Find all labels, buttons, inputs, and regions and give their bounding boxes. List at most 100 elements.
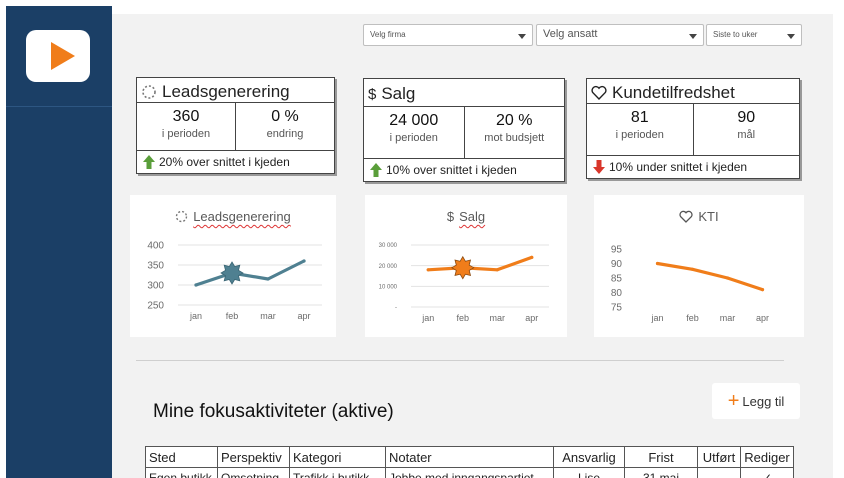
play-icon (51, 42, 75, 70)
y-tick-label: 90 (611, 259, 623, 270)
chevron-down-icon (689, 34, 697, 39)
y-tick-label: 20 000 (379, 264, 398, 270)
period-select-value: Siste to uker (713, 30, 758, 39)
chart-salg: 30 000 20 000 10 000 - jan feb mar apr (379, 243, 549, 323)
y-tick-label: 400 (147, 241, 164, 252)
cell-utfort-checkbox[interactable] (697, 467, 741, 478)
column-header-perspektiv[interactable]: Perspektiv (217, 446, 290, 468)
data-point (690, 267, 695, 271)
y-tick-label: 250 (147, 301, 164, 312)
y-tick-label: 10 000 (379, 284, 398, 290)
arrow-up-icon (370, 163, 382, 177)
series-line (426, 255, 534, 272)
period-select[interactable]: Siste to uker (706, 24, 802, 46)
x-tick-label: jan (189, 311, 202, 321)
sidebar-divider (6, 106, 112, 107)
kpi-value: 24 000 (389, 112, 439, 129)
focus-section-title: Mine fokusaktiviteter (aktive) (153, 401, 394, 422)
column-header-notater[interactable]: Notater (385, 446, 554, 468)
arrow-down-icon (593, 160, 605, 174)
kpi-footer: 10% under snittet i kjeden (587, 156, 799, 178)
kpi-title: Kundetilfredshet (612, 82, 735, 102)
cell-sted: Egen butikk (145, 467, 218, 478)
chart-card-salg: $ Salg 30 000 20 000 10 000- jan feb mar apr (365, 195, 567, 337)
loading-ring-icon (142, 84, 156, 99)
y-tick-label: 95 (611, 245, 623, 256)
kpi-title: Leadsgenerering (162, 81, 290, 101)
kpi-subtext: i perioden (615, 129, 664, 141)
kpi-subtext: i perioden (161, 128, 211, 140)
kpi-subtext: endring (266, 128, 304, 140)
cell-notater: Jobbe med inngangspartiet (385, 467, 554, 478)
kpi-cell-left: 24 000 i perioden (364, 107, 464, 158)
kpi-subtext: mål (737, 129, 756, 141)
kpi-value: 90 (737, 109, 756, 126)
company-select[interactable]: Velg firma (363, 24, 533, 46)
chart-card-leads: Leadsgenerering 400 350 300 250 jan feb mar apr (130, 195, 336, 337)
column-header-kategori[interactable]: Kategori (289, 446, 386, 468)
dollar-icon: $ (368, 85, 377, 103)
employee-select-value: Velg ansatt (543, 28, 598, 40)
kpi-title-row: $ Salg (364, 79, 564, 107)
column-header-ansvarlig[interactable]: Ansvarlig (553, 446, 625, 468)
x-tick-label: feb (686, 313, 699, 323)
cell-frist: 31.mai (624, 467, 698, 478)
sidebar (6, 6, 112, 478)
highlight-star-marker (220, 261, 244, 285)
kpi-footer: 20% over snittet i kjeden (137, 151, 334, 173)
x-tick-label: jan (421, 313, 434, 323)
add-activity-button[interactable]: + Legg til (712, 383, 800, 419)
y-tick-label: 350 (147, 261, 164, 272)
y-tick-label: 75 (611, 303, 623, 314)
data-point (266, 277, 270, 281)
kpi-value: 0 % (271, 108, 299, 125)
chart-card-kti: KTI 95 90 85 80 75 jan feb mar apr (594, 195, 804, 337)
kpi-title-row: Kundetilfredshet (587, 79, 799, 104)
x-tick-label: apr (297, 311, 310, 321)
kpi-card-leads: Leadsgenerering 360 i perioden 0 % endri… (136, 77, 335, 174)
kpi-card-kti: Kundetilfredshet 81 i perioden 90 mål 10… (586, 78, 800, 179)
kpi-title: Salg (381, 84, 416, 103)
kpi-value: 360 (172, 108, 200, 125)
heart-icon (591, 85, 607, 100)
kpi-cell-right: 90 mål (692, 104, 800, 155)
data-point (302, 259, 306, 263)
data-point (194, 283, 198, 287)
y-tick-label: 30 000 (379, 243, 398, 249)
x-tick-label: feb (456, 313, 469, 323)
arrow-up-icon (143, 155, 155, 169)
column-header-utfort[interactable]: Utført (697, 446, 741, 468)
data-point (760, 288, 765, 292)
column-header-rediger[interactable]: Rediger (740, 446, 794, 468)
chart-kti: 95 90 85 80 75 jan feb mar apr (611, 245, 769, 324)
edit-row-button[interactable]: ✓ (740, 467, 794, 478)
kpi-value: 81 (630, 109, 649, 126)
app-logo[interactable] (26, 30, 90, 82)
cell-kategori: Trafikk i butikk (289, 467, 386, 478)
cell-ansvarlig: Lise (553, 467, 625, 478)
x-tick-label: jan (650, 313, 663, 323)
x-tick-label: mar (260, 311, 276, 321)
data-point (426, 268, 430, 272)
kpi-title-row: Leadsgenerering (137, 78, 334, 103)
x-tick-label: mar (490, 313, 506, 323)
data-point (725, 276, 730, 280)
data-point (495, 268, 499, 272)
x-tick-label: mar (720, 313, 736, 323)
kpi-footer: 10% over snittet i kjeden (364, 159, 564, 181)
column-header-sted[interactable]: Sted (145, 446, 218, 468)
add-activity-label: Legg til (742, 393, 785, 409)
kpi-subtext: mot budsjett (484, 132, 545, 144)
kpi-footer-text: 10% under snittet i kjeden (609, 160, 748, 174)
employee-select[interactable]: Velg ansatt (536, 24, 704, 46)
kpi-card-salg: $ Salg 24 000 i perioden 20 % mot budsje… (363, 78, 565, 182)
kpi-cell-left: 360 i perioden (137, 103, 235, 150)
kpi-cell-left: 81 i perioden (587, 104, 693, 155)
column-header-frist[interactable]: Frist (624, 446, 698, 468)
plus-icon: + (727, 390, 740, 412)
kpi-value: 20 % (496, 112, 533, 129)
kpi-cell-right: 20 % mot budsjett (463, 107, 565, 158)
table-row[interactable]: Egen butikk Omsetning Trafikk i butikk J… (145, 467, 794, 478)
data-point (530, 255, 534, 259)
table-header-row: Sted Perspektiv Kategori Notater Ansvarl… (145, 446, 794, 468)
